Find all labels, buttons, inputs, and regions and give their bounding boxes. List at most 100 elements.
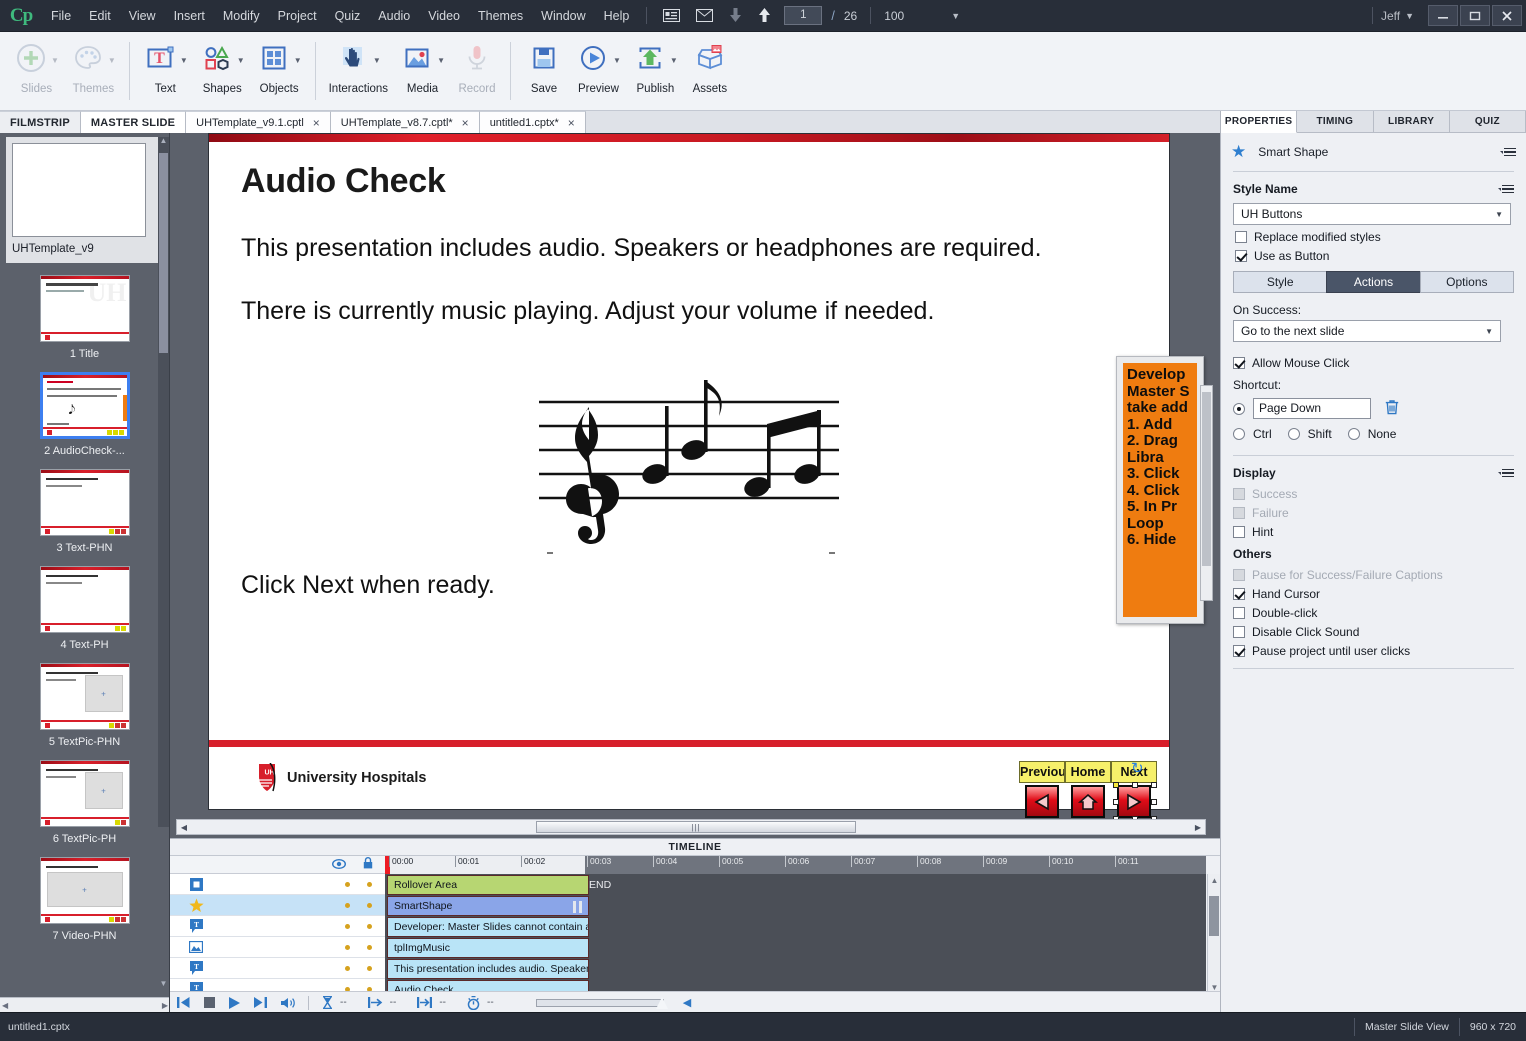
record-button[interactable]: Record <box>451 32 503 95</box>
slide-thumbnail[interactable] <box>39 760 130 827</box>
collapse-arrow-icon[interactable]: ◀ <box>676 996 698 1009</box>
text-button[interactable]: T ▼ Text <box>137 32 194 95</box>
lock-dot[interactable] <box>367 923 372 929</box>
lock-dot[interactable] <box>367 902 372 908</box>
scroll-right-icon[interactable]: ▶ <box>1191 823 1205 832</box>
scroll-left-icon[interactable]: ◀ <box>2 1001 8 1010</box>
slides-button[interactable]: ▼ Slides <box>8 32 65 95</box>
hand-cursor-checkbox[interactable] <box>1233 588 1245 600</box>
timeline-scroll-thumb[interactable] <box>1209 896 1219 936</box>
menu-audio[interactable]: Audio <box>369 0 419 32</box>
timeline-zoom-knob[interactable] <box>655 996 668 1009</box>
slide-paragraph-3[interactable]: Click Next when ready. <box>241 571 495 600</box>
shapes-button[interactable]: ▼ Shapes <box>194 32 251 95</box>
none-radio[interactable] <box>1347 428 1360 440</box>
selection-handle[interactable] <box>829 552 835 554</box>
timeline-bar[interactable]: This presentation includes audio. Speake… <box>387 959 589 979</box>
track-toggles[interactable] <box>345 902 385 908</box>
filmstrip-hscrollbar[interactable]: ◀ ▶ <box>0 997 169 1012</box>
style-options-menu-icon[interactable] <box>1498 184 1514 194</box>
chevron-down-icon[interactable]: ▼ <box>951 11 960 21</box>
filmstrip-panel[interactable]: UHTemplate_v9 UH 1 Title 𝅘𝅥𝅮 2 AudioChec… <box>0 133 170 1012</box>
modifier-ctrl[interactable]: Ctrl <box>1233 427 1272 441</box>
double-click-checkbox[interactable] <box>1233 607 1245 619</box>
slide-thumbnail[interactable] <box>39 469 130 536</box>
lock-dot[interactable] <box>367 965 372 971</box>
list-item[interactable]: 4 Text-PH <box>0 566 169 651</box>
chevron-down-icon[interactable]: ▼ <box>108 56 116 65</box>
developer-note-scrollbar[interactable] <box>1200 385 1213 601</box>
step-end-icon[interactable] <box>247 997 274 1008</box>
window-close-button[interactable] <box>1492 5 1522 26</box>
list-item[interactable]: 𝅘𝅥𝅮 2 AudioCheck-... <box>0 372 169 457</box>
publish-button[interactable]: ▼ Publish <box>627 32 684 95</box>
track-toggles[interactable] <box>345 923 385 929</box>
slide-number-input[interactable]: 1 <box>784 6 823 25</box>
modifier-none[interactable]: None <box>1347 427 1396 441</box>
replace-modified-styles-checkbox[interactable] <box>1235 231 1247 243</box>
close-icon[interactable]: × <box>313 116 320 130</box>
eye-icon[interactable] <box>331 856 347 874</box>
user-chevron-down-icon[interactable]: ▼ <box>1405 11 1414 21</box>
tab-uhtemplate-v91[interactable]: UHTemplate_v9.1.cptl × <box>186 111 331 133</box>
selection-handle[interactable] <box>1132 782 1138 788</box>
hint-checkbox[interactable] <box>1233 526 1245 538</box>
menu-project[interactable]: Project <box>269 0 326 32</box>
canvas-horizontal-scrollbar[interactable]: ◀ ||| ▶ <box>176 819 1206 835</box>
rewind-start-icon[interactable] <box>170 997 197 1008</box>
tab-master-slide[interactable]: MASTER SLIDE <box>80 111 187 133</box>
replace-modified-styles-row[interactable]: Replace modified styles <box>1221 225 1526 244</box>
next-triangle-icon[interactable] <box>1117 785 1151 818</box>
menu-view[interactable]: View <box>120 0 165 32</box>
interactions-button[interactable]: ▼ Interactions <box>323 32 394 95</box>
menu-quiz[interactable]: Quiz <box>326 0 370 32</box>
menu-file[interactable]: File <box>42 0 80 32</box>
email-icon[interactable] <box>688 0 721 32</box>
segment-actions[interactable]: Actions <box>1326 271 1420 293</box>
close-icon[interactable]: × <box>568 116 575 130</box>
shift-radio[interactable] <box>1287 428 1300 440</box>
shortcut-radio[interactable] <box>1233 402 1245 415</box>
selection-handle[interactable] <box>1113 799 1119 805</box>
music-notes-image[interactable] <box>539 364 849 544</box>
developer-note-callout[interactable]: Develop Master S take add 1. Add 2. Drag… <box>1116 356 1213 624</box>
timeline-tracks-area[interactable]: 00:00 00:01 00:02 00:03 00:04 00:05 00:0… <box>385 856 1206 1013</box>
list-item[interactable]: 5 TextPic-PHN <box>0 663 169 748</box>
use-as-button-row[interactable]: Use as Button <box>1221 244 1526 263</box>
chevron-down-icon[interactable]: ▼ <box>51 56 59 65</box>
preview-button[interactable]: ▼ Preview <box>570 32 627 95</box>
visibility-dot[interactable] <box>345 902 350 908</box>
slide-title-text[interactable]: Audio Check <box>241 162 446 201</box>
upload-arrow-icon[interactable] <box>750 0 779 32</box>
themes-button[interactable]: ▼ Themes <box>65 32 122 95</box>
slide-thumbnail[interactable]: UH <box>39 275 130 342</box>
chevron-down-icon[interactable]: ▼ <box>180 56 188 65</box>
timeline-ruler[interactable]: 00:00 00:01 00:02 00:03 00:04 00:05 00:0… <box>385 856 1206 874</box>
tab-uhtemplate-v87[interactable]: UHTemplate_v8.7.cptl* × <box>330 111 480 133</box>
master-slide-thumbnail[interactable] <box>12 143 146 237</box>
list-item[interactable]: 6 TextPic-PH <box>0 760 169 845</box>
lock-icon[interactable] <box>363 856 373 874</box>
track-toggles[interactable] <box>345 881 385 887</box>
track-toggles[interactable] <box>345 944 385 950</box>
download-arrow-icon[interactable] <box>721 0 750 32</box>
assets-button[interactable]: Assets <box>684 32 736 95</box>
slide-notes-icon[interactable] <box>655 0 688 32</box>
lock-dot[interactable] <box>367 944 372 950</box>
segment-style[interactable]: Style <box>1233 271 1327 293</box>
scroll-up-icon[interactable]: ▲ <box>1210 876 1219 886</box>
table-row[interactable] <box>170 895 385 916</box>
timeline-zoom-slider[interactable] <box>535 996 668 1009</box>
table-row[interactable] <box>170 937 385 958</box>
use-as-button-checkbox[interactable] <box>1235 250 1247 262</box>
slide-thumbnail[interactable]: 𝅘𝅥𝅮 <box>39 372 130 439</box>
media-button[interactable]: ▼ Media <box>394 32 451 95</box>
allow-mouse-click-row[interactable]: Allow Mouse Click <box>1221 342 1526 370</box>
modifier-shift[interactable]: Shift <box>1287 427 1332 441</box>
home-icon[interactable] <box>1071 785 1105 818</box>
menu-window[interactable]: Window <box>532 0 594 32</box>
lock-dot[interactable] <box>367 881 372 887</box>
filmstrip-scrollbar[interactable] <box>158 137 169 827</box>
slide-paragraph-2[interactable]: There is currently music playing. Adjust… <box>241 297 934 326</box>
timeline-bar[interactable]: SmartShape <box>387 896 589 916</box>
